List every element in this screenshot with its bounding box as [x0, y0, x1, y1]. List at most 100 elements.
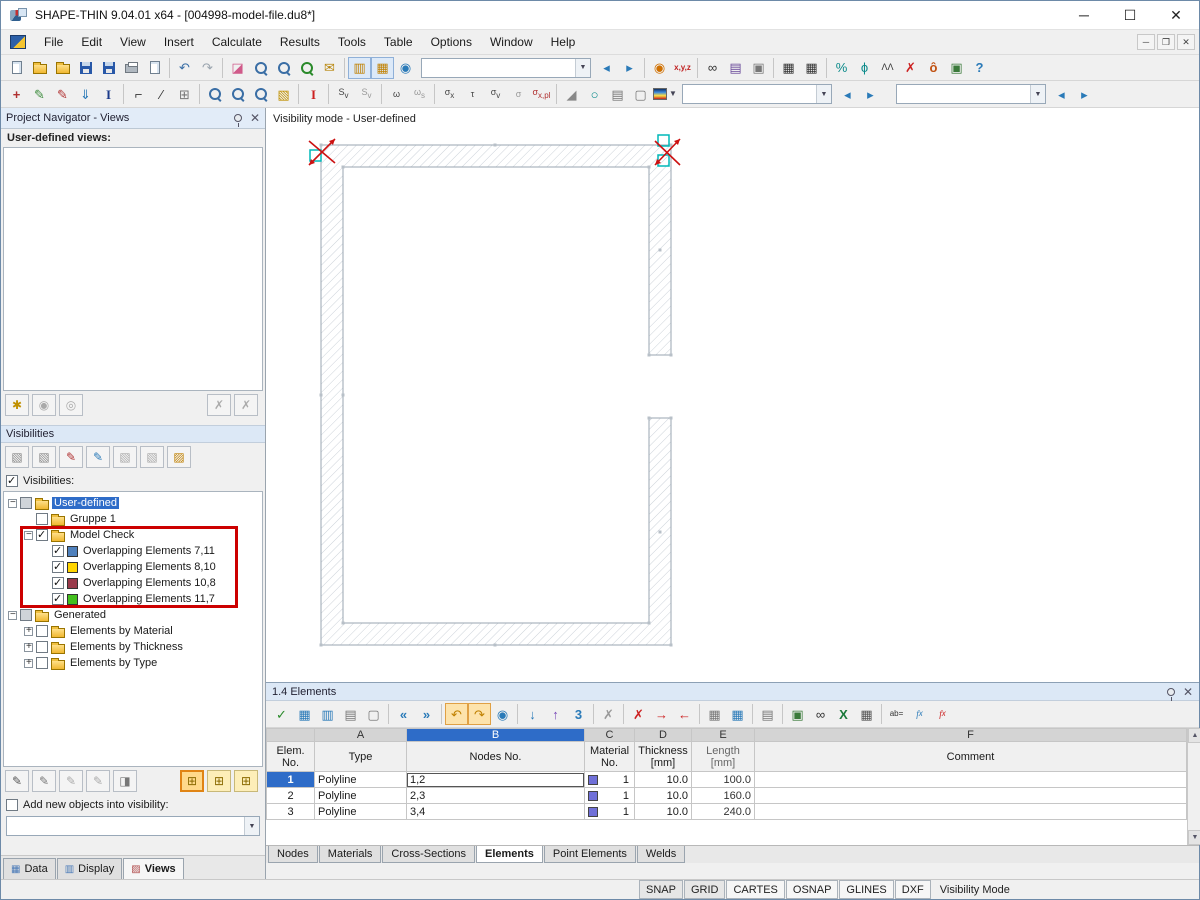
insert-row-button[interactable]: →: [650, 703, 673, 725]
zoom-move-button[interactable]: [226, 83, 249, 105]
polyline-button[interactable]: ⌐: [127, 83, 150, 105]
isolate-button[interactable]: I: [302, 83, 325, 105]
cell-material[interactable]: 1: [584, 771, 635, 788]
tab-nodes[interactable]: Nodes: [268, 846, 318, 863]
print-button[interactable]: [120, 57, 143, 79]
tree-label[interactable]: Elements by Material: [68, 625, 175, 637]
show-all-button[interactable]: ▧: [5, 446, 29, 468]
col-letter-b[interactable]: B: [406, 728, 585, 742]
cell-thickness[interactable]: 10.0: [634, 787, 692, 804]
sigma-v-button[interactable]: σv: [484, 83, 507, 105]
notes2-button[interactable]: ▤: [756, 703, 779, 725]
save-button[interactable]: [74, 57, 97, 79]
renumber-button[interactable]: 3: [567, 703, 590, 725]
menu-insert[interactable]: Insert: [155, 31, 203, 53]
zoom-select-button[interactable]: [203, 83, 226, 105]
row-number[interactable]: 1: [266, 771, 315, 788]
tree-label[interactable]: Overlapping Elements 7,11: [81, 545, 217, 557]
scroll-up-icon[interactable]: ▲: [1187, 728, 1200, 743]
tree-label[interactable]: Overlapping Elements 8,10: [81, 561, 218, 573]
tab-cross-sections[interactable]: Cross-Sections: [382, 846, 475, 863]
tree-item-overlapping-11-7[interactable]: Overlapping Elements 11,7: [4, 591, 262, 607]
calculator-button[interactable]: ▦: [855, 703, 878, 725]
tree-item-model-check[interactable]: Model Check: [4, 527, 262, 543]
grid-toggle[interactable]: GRID: [683, 880, 726, 899]
show-selection-button[interactable]: ▧: [32, 446, 56, 468]
user-views-list[interactable]: [3, 147, 263, 391]
tree-item-user-defined[interactable]: User-defined: [4, 495, 262, 511]
tab-data[interactable]: ▦ Data: [3, 858, 56, 879]
expander-icon[interactable]: [24, 641, 33, 652]
expander-icon[interactable]: [24, 529, 33, 540]
cell-comment[interactable]: [754, 787, 1187, 804]
tab-views[interactable]: ▨ Views: [123, 858, 184, 879]
nav2-forward-button[interactable]: ▸: [1073, 83, 1096, 105]
new-view-button[interactable]: ✱: [5, 394, 29, 416]
zoom-out-button[interactable]: [249, 83, 272, 105]
tree-item-generated[interactable]: Generated: [4, 607, 262, 623]
omega-button[interactable]: ω: [385, 83, 408, 105]
picture-button[interactable]: ▣: [786, 703, 809, 725]
frame-button[interactable]: ▢: [629, 83, 652, 105]
cell-nodes[interactable]: 3,4: [406, 803, 585, 820]
expander-icon[interactable]: [8, 609, 17, 620]
grid-refine-button[interactable]: ⊞: [173, 83, 196, 105]
checkbox[interactable]: [52, 560, 64, 573]
expander-icon[interactable]: [8, 497, 17, 508]
close-button[interactable]: ✕: [1153, 1, 1199, 29]
import-button[interactable]: [51, 57, 74, 79]
tab-welds[interactable]: Welds: [636, 846, 686, 863]
menu-table[interactable]: Table: [375, 31, 422, 53]
matrix2-button[interactable]: ▦: [800, 57, 823, 79]
help-select-button[interactable]: ?: [968, 57, 991, 79]
snap-node-button[interactable]: +: [5, 83, 28, 105]
invert-visibility-button[interactable]: ✎: [86, 446, 110, 468]
undo-button[interactable]: ↶: [173, 57, 196, 79]
export-excel-button[interactable]: X: [832, 703, 855, 725]
cell-type[interactable]: Polyline: [314, 771, 407, 788]
cell-material[interactable]: 1: [584, 803, 635, 820]
expander-icon[interactable]: [24, 657, 33, 668]
tree-label[interactable]: Overlapping Elements 11,7: [81, 593, 217, 605]
edit-node-button[interactable]: ✎: [51, 83, 74, 105]
phi-button[interactable]: ϕ: [853, 57, 876, 79]
tab-materials[interactable]: Materials: [318, 846, 382, 863]
cell-thickness[interactable]: 10.0: [634, 803, 692, 820]
nav2-back-button[interactable]: ◂: [1050, 83, 1073, 105]
menu-options[interactable]: Options: [422, 31, 481, 53]
tree-item-elements-by-material[interactable]: Elements by Material: [4, 623, 262, 639]
tab-elements[interactable]: Elements: [476, 846, 543, 863]
zoom-all-button[interactable]: [295, 57, 318, 79]
sigma-pl-button[interactable]: σx,pl: [530, 83, 553, 105]
row-number[interactable]: 3: [266, 803, 315, 820]
cell-comment[interactable]: [754, 771, 1187, 788]
tree-item-overlapping-7-11[interactable]: Overlapping Elements 7,11: [4, 543, 262, 559]
delete-rows-button[interactable]: ✗: [627, 703, 650, 725]
menu-file[interactable]: File: [35, 31, 72, 53]
tree-item-elements-by-type[interactable]: Elements by Type: [4, 655, 262, 671]
tree-label[interactable]: Elements by Type: [68, 657, 159, 669]
tree-label[interactable]: User-defined: [52, 497, 119, 509]
menu-help[interactable]: Help: [542, 31, 585, 53]
model-canvas[interactable]: Visibility mode - User-defined: [266, 108, 1199, 682]
osnap-toggle[interactable]: OSNAP: [785, 880, 839, 899]
zoom-in-button[interactable]: [249, 57, 272, 79]
scroll-down-icon[interactable]: ▼: [1187, 830, 1200, 845]
send-mail-button[interactable]: ✉: [318, 57, 341, 79]
view-forward-button[interactable]: ▸: [618, 57, 641, 79]
close-icon[interactable]: ✕: [1183, 685, 1193, 699]
col-letter-f[interactable]: F: [754, 728, 1187, 742]
colorscale-button[interactable]: ▼: [652, 83, 678, 105]
menu-view[interactable]: View: [111, 31, 155, 53]
photo-button[interactable]: ▣: [747, 57, 770, 79]
cell-nodes[interactable]: 1,2: [406, 771, 585, 788]
tree-item-overlapping-8-10[interactable]: Overlapping Elements 8,10: [4, 559, 262, 575]
table-scrollbar[interactable]: ▲ ▼: [1187, 728, 1200, 845]
section-button[interactable]: I: [97, 83, 120, 105]
tree-label[interactable]: Model Check: [68, 529, 136, 541]
sv2-button[interactable]: Sv: [355, 83, 378, 105]
menu-results[interactable]: Results: [271, 31, 329, 53]
fx-delete-button[interactable]: fx: [931, 703, 954, 725]
tree-label[interactable]: Gruppe 1: [68, 513, 118, 525]
checkbox[interactable]: [52, 576, 64, 589]
